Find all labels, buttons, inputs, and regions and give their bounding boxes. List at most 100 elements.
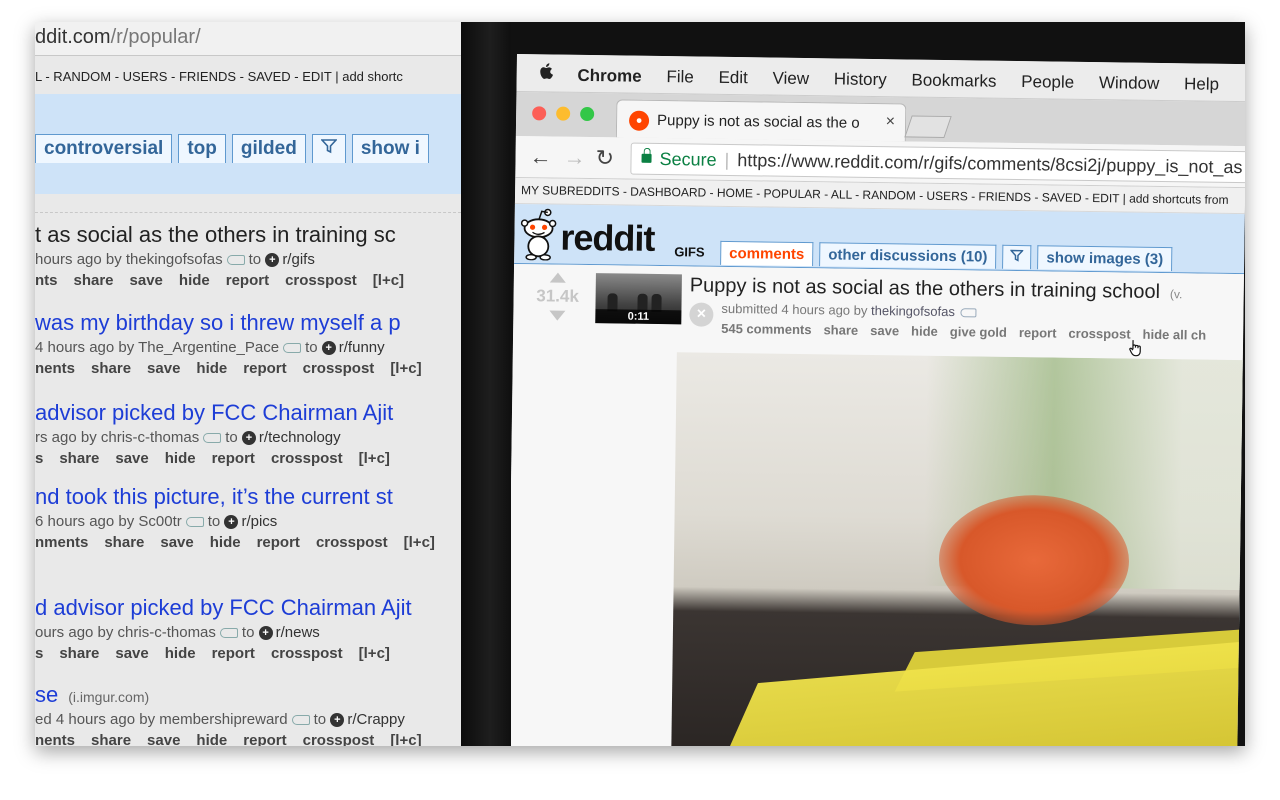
menu-chrome[interactable]: Chrome	[577, 66, 641, 86]
post-title[interactable]: nd took this picture, it’s the current s…	[35, 484, 461, 510]
subreddit-link[interactable]: r/gifs	[282, 251, 315, 268]
menu-edit[interactable]: Edit	[718, 68, 748, 87]
save-link[interactable]: save	[160, 534, 193, 551]
menu-window[interactable]: Window	[1099, 73, 1160, 93]
hide-link[interactable]: hide	[165, 645, 196, 662]
post-domain[interactable]: (i.imgur.com)	[68, 689, 149, 705]
crosspost-link[interactable]: crosspost	[1068, 326, 1130, 342]
crosspost-link[interactable]: crosspost	[271, 645, 343, 662]
minimize-window-button[interactable]	[556, 106, 571, 121]
lc-link[interactable]: [l+c]	[390, 732, 421, 746]
tab-show-images[interactable]: show i	[351, 134, 429, 163]
share-link[interactable]: share	[59, 450, 99, 467]
report-link[interactable]: report	[243, 360, 286, 377]
plus-icon[interactable]: +	[321, 341, 336, 356]
post-title[interactable]: se (i.imgur.com)	[35, 682, 461, 708]
tab-show-images[interactable]: show images (3)	[1037, 245, 1173, 272]
apple-logo-icon[interactable]	[539, 62, 555, 85]
hide-link[interactable]: hide	[165, 450, 196, 467]
share-link[interactable]: share	[59, 645, 99, 662]
report-link[interactable]: report	[257, 534, 300, 551]
comments-link[interactable]: s	[35, 450, 43, 467]
crosspost-link[interactable]: crosspost	[303, 732, 375, 746]
save-link[interactable]: save	[147, 360, 180, 377]
hide-link[interactable]: hide	[210, 534, 241, 551]
expando-close-icon[interactable]: ×	[689, 302, 714, 327]
reddit-wordmark[interactable]: reddit	[560, 217, 655, 260]
report-link[interactable]: report	[212, 450, 255, 467]
comments-link[interactable]: s	[35, 645, 43, 662]
plus-icon[interactable]: +	[258, 626, 273, 641]
lc-link[interactable]: [l+c]	[390, 360, 421, 377]
tab-top[interactable]: top	[178, 134, 226, 163]
report-link[interactable]: report	[243, 732, 286, 746]
snoo-logo-icon[interactable]	[520, 208, 557, 261]
new-tab-button[interactable]	[904, 115, 952, 138]
save-link[interactable]: save	[870, 323, 899, 338]
save-link[interactable]: save	[115, 645, 148, 662]
share-link[interactable]: share	[91, 360, 131, 377]
post-title[interactable]: Puppy is not as social as the others in …	[690, 274, 1183, 304]
hide-link[interactable]: hide	[196, 360, 227, 377]
filter-icon[interactable]	[1002, 244, 1032, 270]
plus-icon[interactable]: +	[241, 431, 256, 446]
comments-link[interactable]: nents	[35, 732, 75, 746]
menu-view[interactable]: View	[772, 69, 809, 89]
save-link[interactable]: save	[115, 450, 148, 467]
post-title[interactable]: was my birthday so i threw myself a p	[35, 310, 461, 336]
post-title[interactable]: d advisor picked by FCC Chairman Ajit	[35, 595, 461, 621]
lc-link[interactable]: [l+c]	[359, 645, 390, 662]
post-domain[interactable]: (v.	[1170, 287, 1183, 301]
tab-close-icon[interactable]: ×	[886, 113, 896, 131]
share-link[interactable]: share	[823, 322, 858, 337]
menu-help[interactable]: Help	[1184, 74, 1219, 93]
crosspost-link[interactable]: crosspost	[303, 360, 375, 377]
subreddit-link[interactable]: r/Crappy	[347, 711, 405, 728]
menu-bookmarks[interactable]: Bookmarks	[911, 71, 996, 91]
lc-link[interactable]: [l+c]	[404, 534, 435, 551]
reload-icon[interactable]: ↻	[595, 145, 614, 171]
lc-link[interactable]: [l+c]	[359, 450, 390, 467]
post-thumbnail[interactable]: 0:11	[595, 273, 682, 325]
back-arrow-icon[interactable]: ←	[529, 144, 551, 170]
subreddit-name[interactable]: GIFS	[674, 244, 705, 259]
save-link[interactable]: save	[147, 732, 180, 746]
video-player[interactable]	[671, 352, 1243, 746]
left-subreddit-nav[interactable]: L - RANDOM - USERS - FRIENDS - SAVED - E…	[35, 64, 461, 90]
post-title[interactable]: t as social as the others in training sc	[35, 222, 461, 248]
left-url-bar[interactable]: ddit.com/r/popular/	[35, 22, 461, 56]
plus-icon[interactable]: +	[330, 713, 345, 728]
subreddit-link[interactable]: r/news	[276, 624, 320, 641]
give-gold-link[interactable]: give gold	[950, 324, 1007, 340]
subreddit-link[interactable]: r/pics	[241, 513, 277, 530]
report-link[interactable]: report	[226, 272, 269, 289]
tab-comments[interactable]: comments	[720, 240, 814, 267]
hide-link[interactable]: hide	[179, 272, 210, 289]
browser-tab-active[interactable]: ● Puppy is not as social as the o ×	[615, 99, 907, 142]
comments-link[interactable]: nts	[35, 272, 58, 289]
tab-other-discussions[interactable]: other discussions (10)	[819, 242, 997, 269]
tab-gilded[interactable]: gilded	[231, 134, 306, 163]
downvote-arrow-icon[interactable]	[549, 310, 566, 321]
share-link[interactable]: share	[91, 732, 131, 746]
hide-all-children-link[interactable]: hide all ch	[1142, 327, 1206, 343]
crosspost-link[interactable]: crosspost	[285, 272, 357, 289]
address-bar[interactable]: Secure | https://www.reddit.com/r/gifs/com…	[630, 142, 1245, 184]
comments-link[interactable]: nents	[35, 360, 75, 377]
menu-history[interactable]: History	[834, 69, 887, 89]
comments-link[interactable]: nments	[35, 534, 88, 551]
report-link[interactable]: report	[212, 645, 255, 662]
save-link[interactable]: save	[130, 272, 163, 289]
menu-people[interactable]: People	[1021, 72, 1074, 92]
zoom-window-button[interactable]	[580, 106, 595, 122]
comments-link[interactable]: 545 comments	[721, 321, 812, 337]
crosspost-link[interactable]: crosspost	[316, 534, 388, 551]
post-title[interactable]: advisor picked by FCC Chairman Ajit	[35, 400, 461, 426]
filter-icon[interactable]	[311, 134, 346, 163]
menu-file[interactable]: File	[666, 67, 694, 86]
hide-link[interactable]: hide	[911, 324, 938, 339]
author-link[interactable]: thekingofsofas	[871, 303, 955, 319]
post-title-text[interactable]: se	[35, 682, 58, 707]
subreddit-link[interactable]: r/technology	[259, 429, 341, 446]
lc-link[interactable]: [l+c]	[373, 272, 404, 289]
